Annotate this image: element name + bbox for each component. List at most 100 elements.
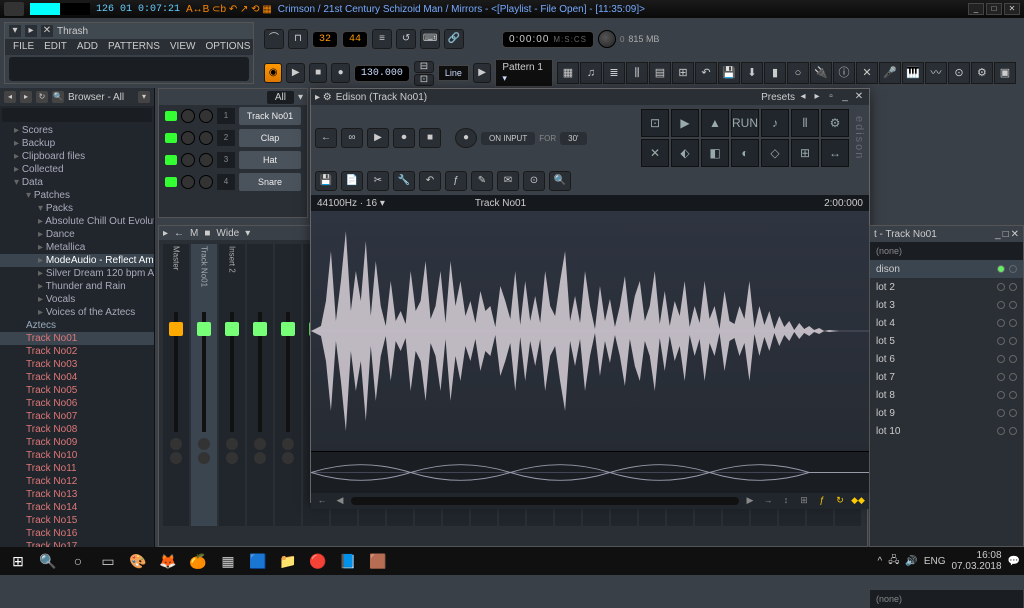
panel-detach-button[interactable]: ▸ [25,25,37,37]
channel-vol-knob[interactable] [199,153,213,167]
strip-send-knob[interactable] [254,452,266,464]
channel-pan-knob[interactable] [181,175,195,189]
tree-item[interactable]: Metallica [0,241,154,254]
edison-tool-button[interactable]: ▶ [671,109,699,137]
mixer-strip[interactable]: Track No01 [191,244,217,526]
task-explorer-icon[interactable]: 📁 [274,549,302,573]
strip-pan-knob[interactable] [226,438,238,450]
edison-cut-button[interactable]: ✂ [367,171,389,191]
edison-marker-button[interactable]: ⊙ [523,171,545,191]
tree-item[interactable]: Track No09 [0,436,154,449]
strip-fader[interactable] [258,312,262,432]
time-display[interactable]: 0:00:00M:S:CS [502,31,594,48]
task-word-icon[interactable]: 📘 [334,549,362,573]
menu-edit[interactable]: EDIT [40,39,71,55]
fx-slot[interactable]: lot 6 [870,350,1023,368]
pianoroll-icon[interactable]: ♫ [580,62,602,84]
edison-tool-button[interactable]: ◧ [701,139,729,167]
record-button[interactable]: ● [331,63,349,83]
task-fl-icon[interactable]: 🍊 [184,549,212,573]
task-app2-icon[interactable]: 🦊 [154,549,182,573]
tree-item[interactable]: Track No03 [0,358,154,371]
channel-button[interactable]: Hat [239,151,301,169]
tray-lang[interactable]: ENG [924,556,946,567]
panel-collapse-button[interactable]: ▾ [9,25,21,37]
edison-tool-button[interactable]: ⬖ [671,139,699,167]
tray-vol-icon[interactable]: 🔊 [905,556,917,567]
undo-icon[interactable]: ↶ [695,62,717,84]
tree-item[interactable]: Track No16 [0,527,154,540]
wait-button[interactable]: ⊓ [288,29,308,49]
fx-slot-mix[interactable] [1009,391,1017,399]
tree-item[interactable]: Patches [0,189,154,202]
render-icon[interactable]: ⬇ [741,62,763,84]
pattern-selector[interactable]: Pattern 1 ▾ [495,59,553,87]
menu-view[interactable]: VIEW [166,39,200,55]
edison-tool-button[interactable]: ♪ [761,109,789,137]
info-icon[interactable]: ⓘ [833,62,855,84]
edison-play-button[interactable]: ▶ [367,128,389,148]
edison-preset-prev-icon[interactable]: ◂ [797,91,809,103]
tray-net-icon[interactable]: 🖧 [888,553,899,570]
slide-button[interactable]: ⊟ [414,61,434,73]
task-taskview-icon[interactable]: ▭ [94,549,122,573]
fx-slot-led[interactable] [997,283,1005,291]
fx-slot-led[interactable] [997,301,1005,309]
edison-min-icon[interactable]: _ [839,91,851,103]
edison-tool-button[interactable]: ✕ [641,139,669,167]
tree-item[interactable]: Data [0,176,154,189]
edison-tool-button[interactable]: ▲ [701,109,729,137]
rec-edison-icon[interactable]: ⊙ [948,62,970,84]
strip-pan-knob[interactable] [170,438,182,450]
tree-item[interactable]: Scores [0,124,154,137]
minimize-button[interactable]: _ [968,3,984,15]
mixer-strip[interactable]: Insert 2 [219,244,245,526]
fx-slot[interactable]: lot 3 [870,296,1023,314]
panel-close-button[interactable]: ✕ [41,25,53,37]
channel-filter-select[interactable]: All [267,91,294,104]
snap-select[interactable]: Line [438,65,469,81]
mixer-strip[interactable] [275,244,301,526]
edison-stop-button[interactable]: ■ [419,128,441,148]
strip-fader[interactable] [230,312,234,432]
tree-item[interactable]: Dance [0,228,154,241]
edison-tool-button[interactable]: ◇ [761,139,789,167]
tree-item[interactable]: Track No14 [0,501,154,514]
wave-icon[interactable]: 〰 [925,62,947,84]
edison-open-button[interactable]: 📄 [341,171,363,191]
tempo-tap-icon[interactable]: ⊞ [672,62,694,84]
fx-slot[interactable]: lot 10 [870,422,1023,440]
edison-tools-button[interactable]: 🔧 [393,171,415,191]
tool2-icon[interactable]: ▣ [994,62,1016,84]
fx-min-button[interactable]: _ [995,229,1001,240]
channel-mute-led[interactable] [165,133,177,143]
tree-item[interactable]: Clipboard files [0,150,154,163]
edison-grid-icon[interactable]: ⊞ [797,495,811,507]
channel-mute-led[interactable] [165,177,177,187]
edison-swap-icon[interactable]: ◆◆ [851,495,865,507]
channel-number[interactable]: 2 [217,130,235,146]
fx-slot-mix[interactable] [1009,409,1017,417]
browser-search-input[interactable] [2,108,152,122]
tree-item[interactable]: Track No08 [0,423,154,436]
edison-save-button[interactable]: 💾 [315,171,337,191]
fx-slot-mix[interactable] [1009,373,1017,381]
piano-icon[interactable]: 🎹 [902,62,924,84]
mixer-nav-icon[interactable]: ← [174,228,184,239]
browser-icon[interactable]: ▤ [649,62,671,84]
tree-item[interactable]: Track No05 [0,384,154,397]
fx-slot-mix[interactable] [1009,301,1017,309]
edison-tool-button[interactable]: ⊞ [791,139,819,167]
fx-slot-led[interactable] [997,427,1005,435]
channel-button[interactable]: Snare [239,173,301,191]
task-app1-icon[interactable]: 🎨 [124,549,152,573]
mixer-view-icon[interactable]: ■ [204,228,210,239]
close-all-icon[interactable]: ✕ [856,62,878,84]
task-opera-icon[interactable]: 🔴 [304,549,332,573]
fx-input-select[interactable]: (none) [870,242,1023,260]
fx-slot[interactable]: lot 9 [870,404,1023,422]
save-icon[interactable]: 💾 [718,62,740,84]
start-button[interactable]: ⊞ [4,549,32,573]
maximize-button[interactable]: □ [986,3,1002,15]
task-tc-icon[interactable]: ▦ [214,549,242,573]
